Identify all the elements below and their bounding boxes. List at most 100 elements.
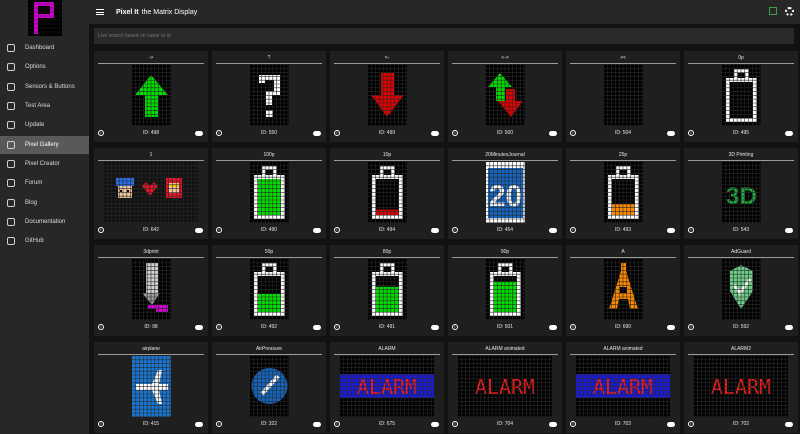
pixel-art-preview[interactable] <box>250 162 289 223</box>
pixel-art-preview[interactable] <box>486 259 525 320</box>
sidebar-item-label: Update <box>25 122 45 128</box>
cloud-download-icon[interactable] <box>313 422 321 427</box>
card-id: ID: 592 <box>732 324 750 330</box>
gallery-card[interactable]: <-> i ID: 500 <box>448 51 562 142</box>
cloud-download-icon[interactable] <box>549 325 557 330</box>
cloud-download-icon[interactable] <box>195 228 203 233</box>
sidebar-item-label: Test Area <box>25 103 51 109</box>
cloud-download-icon[interactable] <box>549 422 557 427</box>
cloud-download-icon[interactable] <box>313 228 321 233</box>
gallery-card[interactable]: 0p i ID: 495 <box>684 51 798 142</box>
gallery-card[interactable]: 100p i ID: 490 <box>212 148 326 239</box>
pixel-art-preview[interactable] <box>604 162 643 223</box>
gallery-card[interactable]: -> i ID: 498 <box>94 51 208 142</box>
pixel-art-preview[interactable] <box>250 356 289 417</box>
pixel-art-preview[interactable] <box>132 259 171 320</box>
cloud-download-icon[interactable] <box>785 228 793 233</box>
gallery-card[interactable]: ALARM2 ALARM i ID: 702 <box>684 342 798 433</box>
cloud-download-icon[interactable] <box>549 228 557 233</box>
cloud-download-icon[interactable] <box>195 422 203 427</box>
cloud-download-icon[interactable] <box>313 131 321 136</box>
cloud-download-icon[interactable] <box>785 325 793 330</box>
pixel-art-preview[interactable] <box>722 259 761 320</box>
gallery-card[interactable]: 10p i ID: 494 <box>330 148 444 239</box>
pixel-art-preview[interactable] <box>368 259 407 320</box>
sidebar-item-github[interactable]: GitHub <box>0 232 89 250</box>
gallery-card[interactable]: 80p i ID: 491 <box>330 245 444 336</box>
pixel-art-preview[interactable] <box>132 65 171 126</box>
sidebar-item-pixel-gallery[interactable]: Pixel Gallery <box>0 136 89 154</box>
cloud-download-icon[interactable] <box>667 422 675 427</box>
pixel-art-preview[interactable] <box>368 162 407 223</box>
gallery-card[interactable]: ALARM animated ALARM i ID: 703 <box>566 342 680 433</box>
cloud-download-icon[interactable] <box>667 131 675 136</box>
sidebar: Dashboard Options Sensors & Buttons Test Ar… <box>0 0 89 434</box>
sidebar-item-sensors-buttons[interactable]: Sensors & Buttons <box>0 78 89 96</box>
gallery-card[interactable]: AirPressure i ID: 322 <box>212 342 326 433</box>
cloud-download-icon[interactable] <box>313 325 321 330</box>
cloud-download-icon[interactable] <box>195 325 203 330</box>
gallery-card[interactable]: 20MinutesJournal20iID: 454 <box>448 148 562 239</box>
gallery-card[interactable]: 25p i ID: 493 <box>566 148 680 239</box>
gallery-card[interactable]: 3D Printing3DiID: 543 <box>684 148 798 239</box>
pixel-art-preview[interactable] <box>722 65 761 126</box>
cloud-download-icon[interactable] <box>667 228 675 233</box>
cloud-download-icon[interactable] <box>431 325 439 330</box>
gallery-card[interactable]: airplane i ID: 415 <box>94 342 208 433</box>
sidebar-item-documentation[interactable]: Documentation <box>0 213 89 231</box>
cloud-download-icon[interactable] <box>667 325 675 330</box>
gallery-card[interactable]: ? i ID: 550 <box>212 51 326 142</box>
gallery-card[interactable]: 3dprint i ID: 98 <box>94 245 208 336</box>
sidebar-item-update[interactable]: Update <box>0 116 89 134</box>
pixel-art-preview[interactable] <box>368 65 407 126</box>
card-title: ? <box>216 55 322 64</box>
sidebar-item-blog[interactable]: Blog <box>0 194 89 212</box>
sidebar-item-label: Sensors & Buttons <box>25 84 75 90</box>
gallery-card[interactable]: 90p i ID: 501 <box>448 245 562 336</box>
pixel-art-preview[interactable]: ALARM <box>458 356 552 417</box>
card-title: airplane <box>98 346 204 355</box>
gallery-card[interactable]: <- i ID: 499 <box>330 51 444 142</box>
sidebar-item-options[interactable]: Options <box>0 58 89 76</box>
cloud-download-icon[interactable] <box>549 131 557 136</box>
gallery-card[interactable]: 50p i ID: 492 <box>212 245 326 336</box>
pixel-art-preview[interactable]: ALARM <box>340 356 434 417</box>
pixel-it-logo[interactable] <box>28 0 62 36</box>
pixel-art-preview[interactable]: ALARM <box>576 356 670 417</box>
top-bar: Pixel It the Matrix Display <box>89 0 800 24</box>
pixel-art-preview[interactable] <box>132 356 171 417</box>
gallery-card[interactable]: ALARM ALARM i ID: 675 <box>330 342 444 433</box>
cloud-download-icon[interactable] <box>431 228 439 233</box>
card-title: 20MinutesJournal <box>452 152 558 161</box>
pixel-art-preview[interactable] <box>604 65 643 126</box>
pixel-art-preview[interactable]: 3D <box>722 162 761 223</box>
gear-icon[interactable] <box>785 7 794 16</box>
search-input[interactable] <box>94 28 794 44</box>
card-id: ID: 703 <box>614 421 632 427</box>
connection-status-icon[interactable] <box>769 7 777 15</box>
cloud-download-icon[interactable] <box>431 131 439 136</box>
pixel-art-preview[interactable] <box>104 162 198 223</box>
pixel-art-preview[interactable] <box>250 259 289 320</box>
pixel-art-preview[interactable] <box>486 65 525 126</box>
gallery-card[interactable]: ALARM animated ALARM i ID: 704 <box>448 342 562 433</box>
cloud-download-icon[interactable] <box>431 422 439 427</box>
sidebar-item-test-area[interactable]: Test Area <box>0 97 89 115</box>
gallery-card[interactable]: AdGuard i ID: 592 <box>684 245 798 336</box>
sidebar-item-dashboard[interactable]: Dashboard <box>0 39 89 57</box>
pixel-art-preview[interactable] <box>250 65 289 126</box>
pixel-art-preview[interactable]: ALARM <box>694 356 788 417</box>
cloud-download-icon[interactable] <box>195 131 203 136</box>
github-icon <box>7 237 15 245</box>
pixel-art-preview[interactable]: 20 <box>486 162 525 223</box>
gallery-card[interactable]: Ai ID: 690 <box>566 245 680 336</box>
gallery-card[interactable]: 1 i ID: 642 <box>94 148 208 239</box>
card-id: ID: 322 <box>260 421 278 427</box>
pixel-art-preview[interactable] <box>604 259 643 320</box>
cloud-download-icon[interactable] <box>785 422 793 427</box>
gallery-card[interactable]: >< i ID: 504 <box>566 51 680 142</box>
cloud-download-icon[interactable] <box>785 131 793 136</box>
menu-icon[interactable] <box>96 9 104 15</box>
sidebar-item-forum[interactable]: Forum <box>0 174 89 192</box>
sidebar-item-pixel-creator[interactable]: Pixel Creator <box>0 155 89 173</box>
